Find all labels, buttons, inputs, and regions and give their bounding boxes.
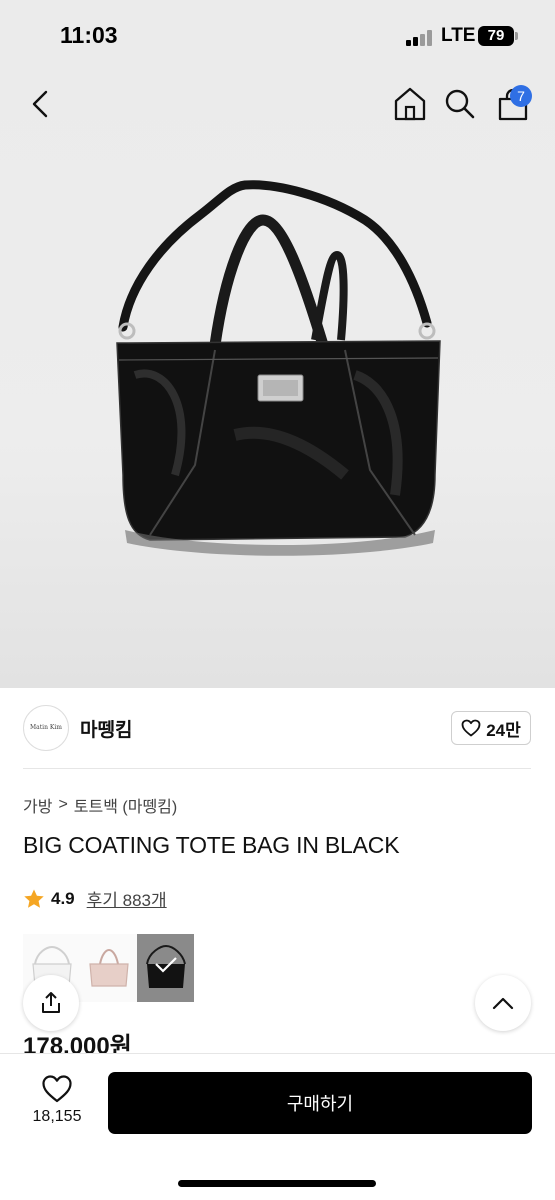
scroll-top-button[interactable]: [475, 975, 531, 1031]
pink-bag-thumbnail: [89, 948, 129, 987]
color-option-pink[interactable]: [80, 934, 137, 1002]
review-link[interactable]: 후기 883개: [87, 886, 167, 911]
home-icon[interactable]: [393, 86, 427, 122]
wishlist-count: 18,155: [32, 1108, 82, 1125]
status-time: 11:03: [60, 22, 118, 48]
cart-count-badge: 7: [510, 85, 532, 107]
wishlist-heart-icon[interactable]: [41, 1074, 73, 1104]
signal-icon: [406, 30, 434, 46]
divider: [23, 768, 531, 769]
breadcrumb-subcategory[interactable]: 토트백 (마뗑킴): [74, 793, 177, 817]
brand-name[interactable]: 마뗑킴: [80, 715, 132, 742]
star-icon: [24, 889, 44, 908]
breadcrumb-category[interactable]: 가방: [23, 793, 52, 817]
brand-logo[interactable]: Matin Kim: [23, 705, 69, 751]
share-button[interactable]: [23, 975, 79, 1031]
brand-like-button[interactable]: 24만: [451, 711, 531, 745]
product-title: BIG COATING TOTE BAG IN BLACK: [23, 832, 400, 858]
color-option-black[interactable]: [137, 934, 194, 1002]
search-icon[interactable]: [444, 88, 476, 120]
rating-value: 4.9: [51, 888, 75, 908]
breadcrumb-separator: >: [58, 796, 68, 813]
home-indicator: [178, 1180, 376, 1187]
back-icon[interactable]: [26, 88, 56, 120]
buy-button[interactable]: 구매하기: [108, 1072, 532, 1134]
brand-like-count: 24만: [486, 720, 521, 740]
product-image: [116, 180, 441, 556]
network-label: LTE: [441, 25, 476, 46]
share-icon: [42, 992, 60, 1013]
rating-row: 4.9 후기 883개: [23, 886, 167, 911]
heart-icon: [461, 719, 481, 737]
breadcrumb: 가방 > 토트백 (마뗑킴): [23, 793, 177, 817]
battery-icon: 79: [478, 26, 518, 46]
chevron-up-icon: [492, 997, 514, 1010]
black-bag-thumbnail: [146, 944, 186, 988]
